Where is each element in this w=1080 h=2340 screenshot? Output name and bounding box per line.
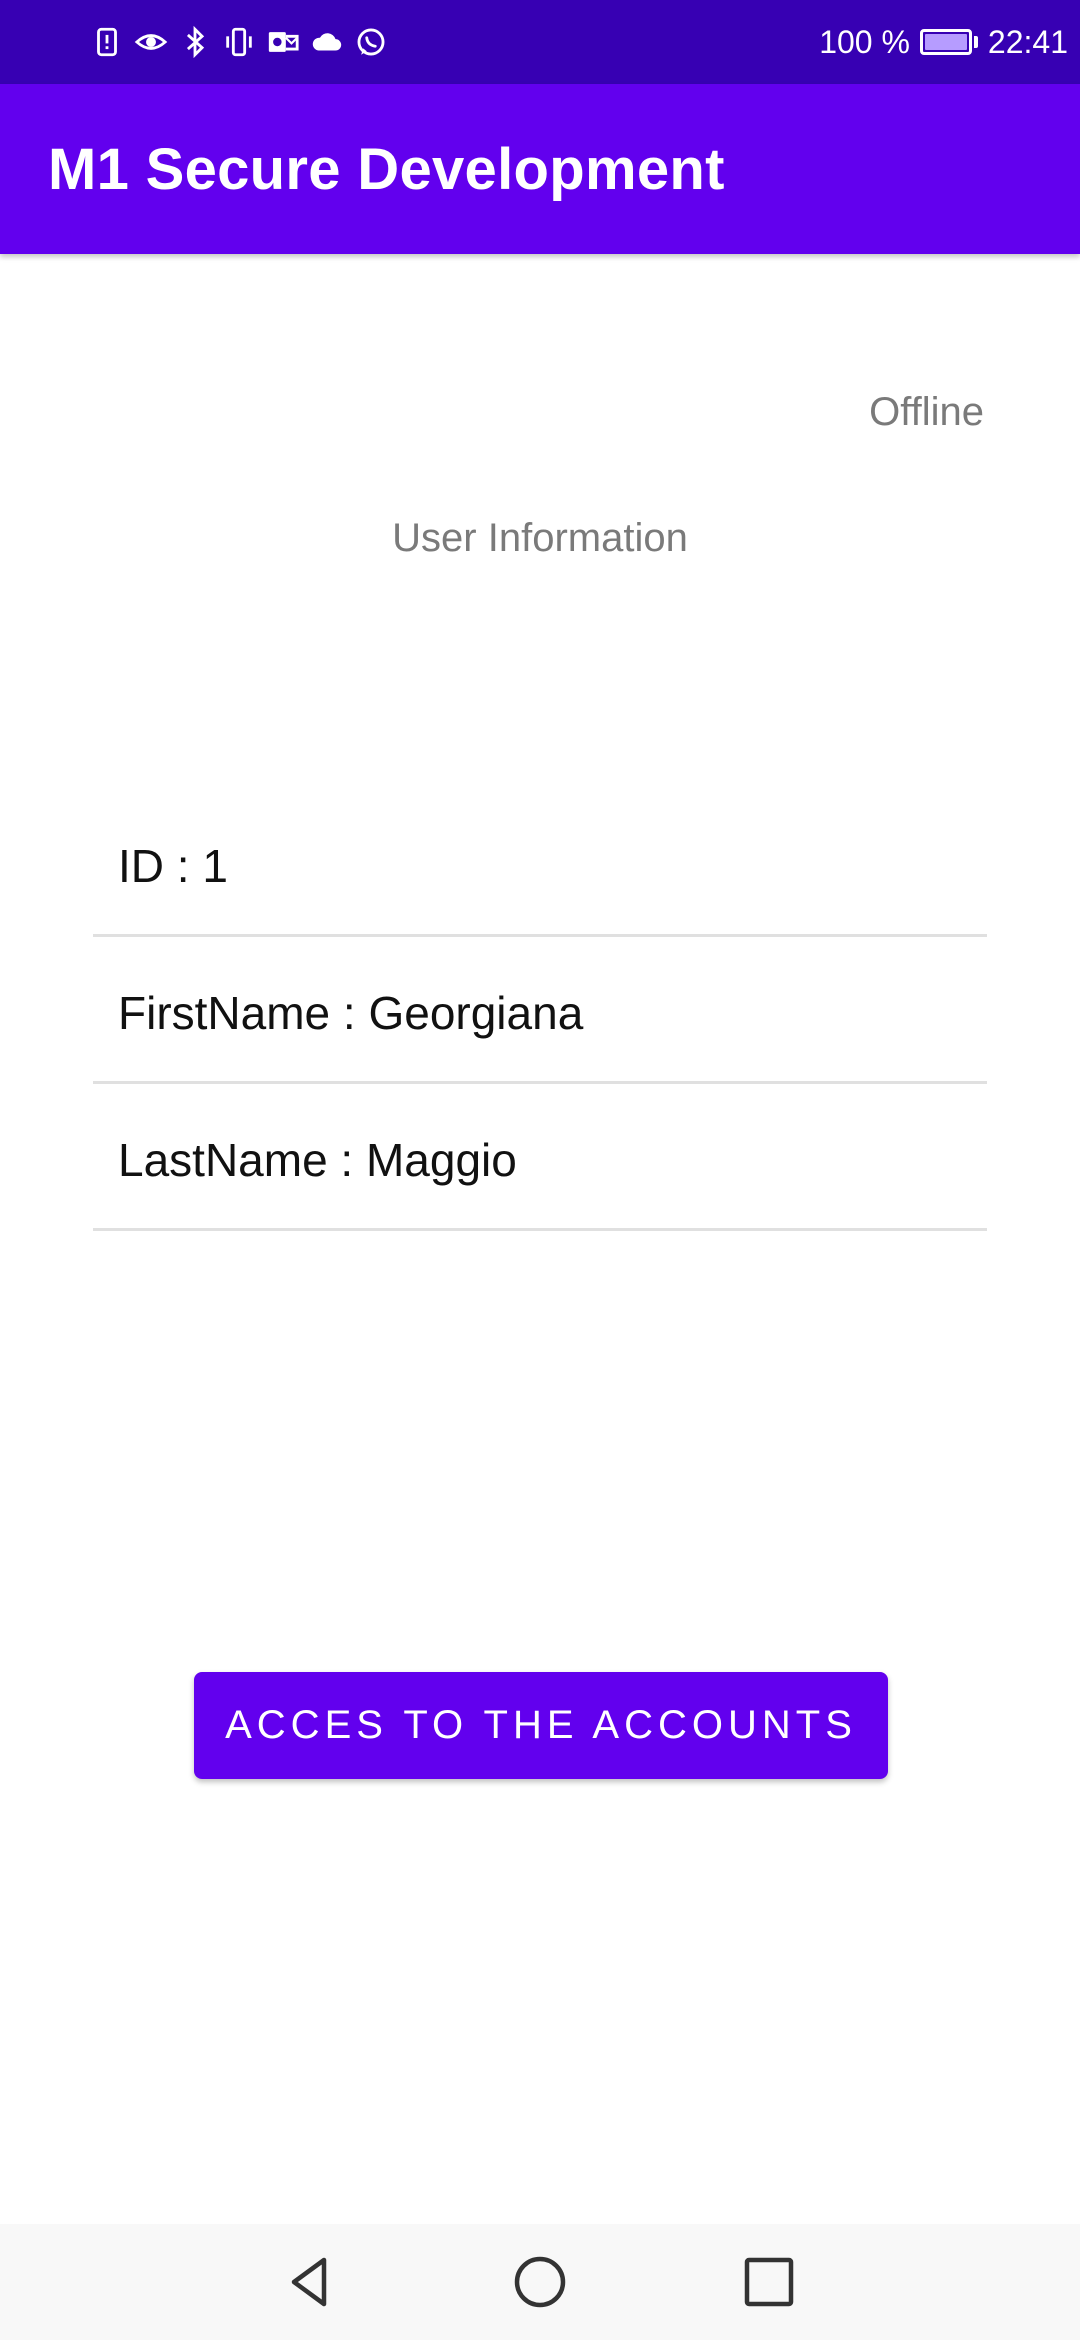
sim-alert-icon: [90, 25, 124, 59]
bluetooth-icon: [178, 25, 212, 59]
back-icon: [280, 2252, 340, 2312]
battery-percentage: 100 %: [819, 23, 910, 60]
battery-icon: [919, 29, 978, 55]
last-name-row: LastName : Maggio: [93, 1084, 987, 1231]
recents-icon: [739, 2252, 799, 2312]
connection-status: Offline: [869, 390, 984, 434]
outlook-icon: [266, 25, 300, 59]
battery-level: [924, 34, 967, 50]
clock: 22:41: [987, 23, 1068, 60]
first-name-row: FirstName : Georgiana: [93, 937, 987, 1084]
notification-icons: [90, 25, 388, 59]
home-button[interactable]: [510, 2252, 570, 2312]
app-title: M1 Secure Development: [48, 136, 725, 202]
system-indicators: 100 % 22:41: [819, 24, 1068, 61]
vibrate-icon: [222, 25, 256, 59]
app-bar: M1 Secure Development: [0, 84, 1080, 254]
user-id-row: ID : 1: [93, 790, 987, 937]
back-button[interactable]: [280, 2252, 340, 2312]
screen: 100 % 22:41 M1 Secure Development Offlin…: [0, 0, 1080, 2340]
section-title: User Information: [392, 516, 688, 560]
eye-icon: [134, 25, 168, 59]
access-accounts-button[interactable]: ACCES TO THE ACCOUNTS: [194, 1672, 888, 1779]
user-info-list: ID : 1 FirstName : Georgiana LastName : …: [93, 790, 987, 1231]
status-bar: 100 % 22:41: [0, 0, 1080, 84]
home-icon: [510, 2252, 570, 2312]
recents-button[interactable]: [739, 2252, 799, 2312]
whatsapp-icon: [354, 25, 388, 59]
cloud-icon: [310, 25, 344, 59]
